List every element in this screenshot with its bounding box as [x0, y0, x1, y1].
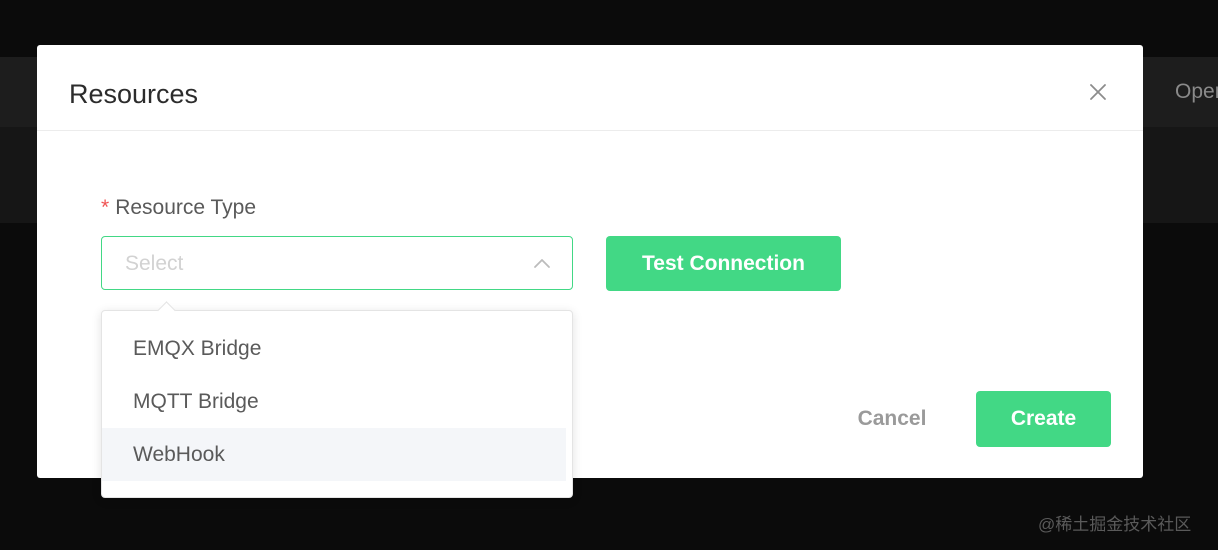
dropdown-scrollbar[interactable]: [566, 319, 572, 489]
resource-type-dropdown: EMQX Bridge MQTT Bridge WebHook: [101, 301, 573, 498]
test-connection-button[interactable]: Test Connection: [606, 236, 841, 291]
watermark: @稀土掘金技术社区: [1038, 515, 1192, 534]
resource-type-label: * Resource Type: [101, 196, 256, 220]
background-column-header: Oper: [1175, 80, 1218, 103]
close-icon: [1090, 84, 1106, 100]
close-button[interactable]: [1087, 81, 1109, 103]
resource-type-label-text: Resource Type: [115, 196, 257, 219]
create-button[interactable]: Create: [976, 391, 1111, 447]
dialog-header: Resources: [37, 45, 1143, 131]
dialog-title: Resources: [69, 79, 199, 109]
screen: Oper @稀土掘金技术社区 Resources * Resource Type …: [0, 0, 1218, 550]
dropdown-list: EMQX Bridge MQTT Bridge WebHook: [102, 322, 566, 481]
cancel-button[interactable]: Cancel: [847, 391, 937, 447]
resource-type-select[interactable]: Select: [101, 236, 573, 290]
dropdown-option-webhook[interactable]: WebHook: [102, 428, 566, 481]
chevron-up-icon: [533, 257, 551, 269]
dropdown-option-emqx-bridge[interactable]: EMQX Bridge: [102, 322, 566, 375]
required-marker: *: [101, 196, 110, 219]
dropdown-option-mqtt-bridge[interactable]: MQTT Bridge: [102, 375, 566, 428]
select-placeholder: Select: [125, 252, 184, 275]
